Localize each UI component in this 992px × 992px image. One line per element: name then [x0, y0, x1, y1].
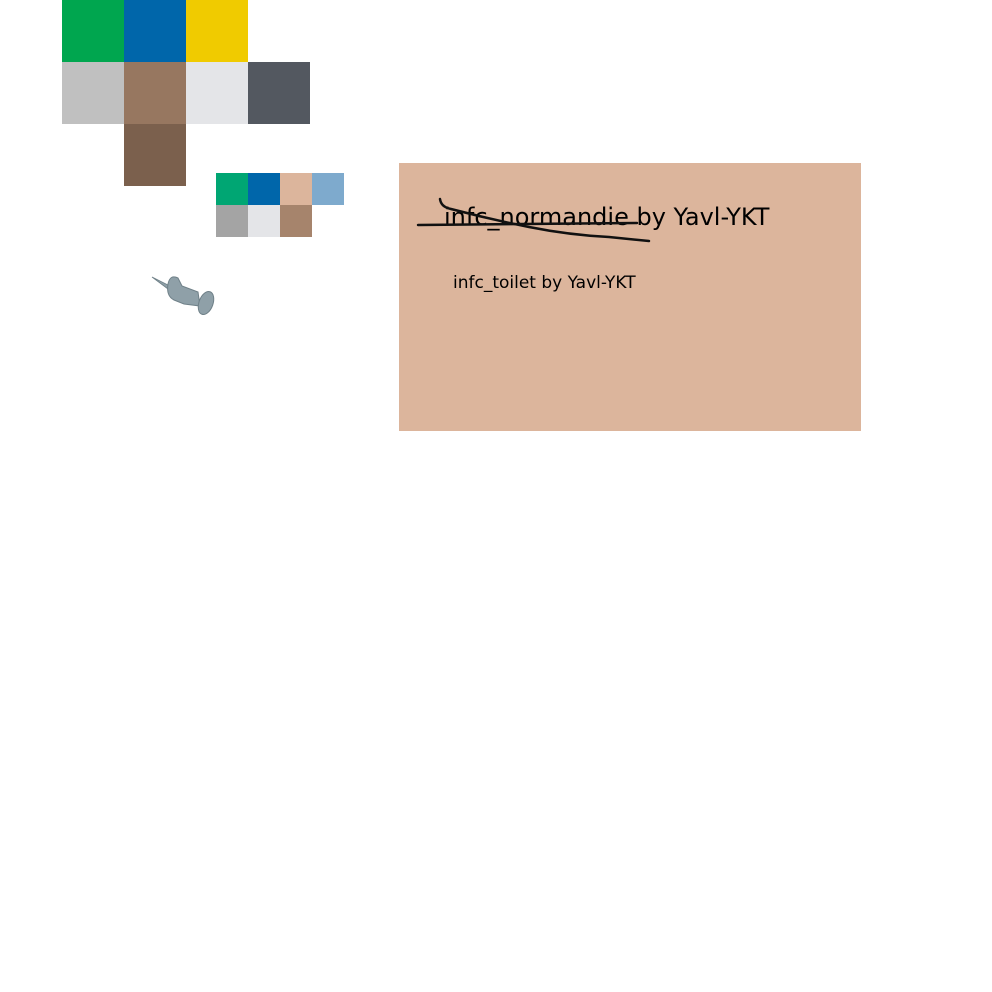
swatch-small-gray — [216, 205, 248, 237]
swatch-large-brown — [124, 62, 186, 124]
swatch-small-blue — [248, 173, 280, 205]
swatch-small-green — [216, 173, 248, 205]
swatch-small-tan — [280, 173, 312, 205]
swatch-large-dark-gray — [248, 62, 310, 124]
swatch-large-silver — [62, 62, 124, 124]
note-card[interactable]: infc_normandie by Yavl-YKT infc_toilet b… — [399, 163, 861, 431]
note-title: infc_normandie by Yavl-YKT — [444, 203, 770, 231]
swatch-large-dark-brown — [124, 124, 186, 186]
swatch-large-blue — [124, 0, 186, 62]
swatch-large-yellow — [186, 0, 248, 62]
note-subtitle: infc_toilet by Yavl-YKT — [453, 273, 636, 293]
swatch-small-light-blue — [312, 173, 344, 205]
swatch-small-brown — [280, 205, 312, 237]
swatch-small-light-gray — [248, 205, 280, 237]
swatch-large-green — [62, 0, 124, 62]
pushpin-icon[interactable] — [148, 268, 218, 322]
swatch-large-light-gray — [186, 62, 248, 124]
